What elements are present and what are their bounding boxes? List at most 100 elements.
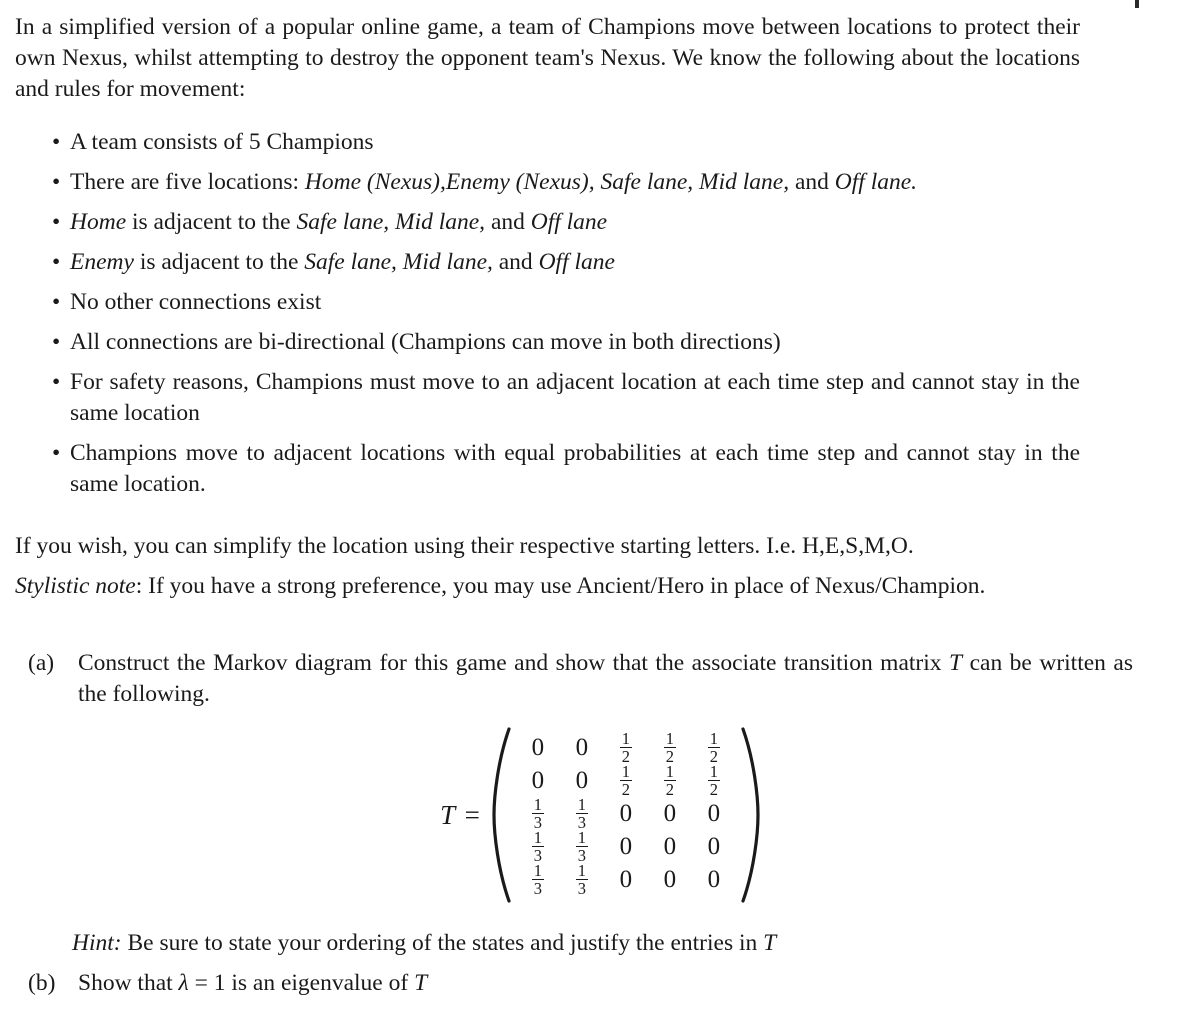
- bullet-dot-icon: •: [52, 209, 61, 235]
- part-b-seg-3: T: [414, 970, 428, 996]
- fraction: 12: [663, 762, 676, 798]
- bullet-3-seg-4: Off lane: [538, 249, 615, 275]
- bullet-dot-icon: •: [52, 129, 61, 155]
- part-b-label: (b): [28, 970, 56, 996]
- bullet-1-seg-3: Off lane.: [834, 169, 918, 195]
- part-a-seg-0: Construct the Markov diagram for this ga…: [78, 650, 950, 676]
- bullet-3-seg-2: Safe lane, Mid lane,: [304, 249, 493, 275]
- matrix-right-paren: [740, 726, 760, 904]
- matrix-cell-r4-c1: 13: [516, 828, 560, 864]
- bullet-item-equal-probabilities: • Champions move to adjacent locations wi…: [15, 438, 1080, 500]
- bullet-1-seg-2: and: [789, 169, 835, 195]
- fraction-numerator: 1: [663, 762, 676, 782]
- closing-notes: If you wish, you can simplify the locati…: [15, 531, 1135, 602]
- matrix-name: T: [440, 799, 456, 830]
- bullet-text: Enemy is adjacent to the Safe lane, Mid …: [70, 249, 615, 275]
- closing-line-simplify-letters: If you wish, you can simplify the locati…: [15, 531, 1135, 562]
- bullet-2-seg-4: Off lane: [530, 209, 608, 235]
- fraction: 12: [707, 762, 720, 800]
- bullet-item-team-size: • A team consists of 5 Champions: [15, 127, 1080, 158]
- bullet-3-seg-1: is adjacent to the: [133, 249, 305, 275]
- bullet-text: No other connections exist: [70, 289, 321, 315]
- matrix-cell-r5-c5: 0: [707, 866, 721, 893]
- matrix-cell-r4-c3: 0: [619, 833, 633, 860]
- matrix-cell-r3-c4: 0: [663, 800, 677, 827]
- matrix-cell-r3-c2: 13: [560, 795, 604, 831]
- part-b-seg-2: = 1 is an eigenvalue of: [188, 970, 415, 996]
- bullet-item-enemy-adjacency: • Enemy is adjacent to the Safe lane, Mid…: [15, 247, 1080, 278]
- fraction: 13: [575, 828, 588, 864]
- part-b-text: Show that λ = 1 is an eigenvalue of T: [78, 968, 1133, 999]
- fraction-numerator: 1: [707, 762, 720, 782]
- bullet-dot-icon: •: [52, 289, 61, 315]
- fraction: 13: [531, 861, 544, 899]
- fraction-numerator: 1: [619, 762, 632, 782]
- bullet-6-seg-0: For safety reasons, Champions must move …: [70, 369, 1080, 426]
- bullet-text: All connections are bi-directional (Cham…: [70, 329, 781, 355]
- hint-label: Hint:: [72, 930, 128, 956]
- matrix-cell-r3-c5: 0: [707, 800, 721, 827]
- bullet-dot-icon: •: [52, 329, 61, 355]
- fraction-numerator: 1: [531, 795, 544, 815]
- page-edge-mark: [1135, 0, 1139, 8]
- part-b: (b) Show that λ = 1 is an eigenvalue of …: [28, 968, 1133, 999]
- matrix-cell-r2-c1: 0: [531, 767, 545, 794]
- fraction: 12: [663, 729, 676, 765]
- matrix-cell-r5-c4: 0: [663, 866, 677, 893]
- bullet-1-seg-1: Home (Nexus),Enemy (Nexus), Safe lane, M…: [304, 169, 790, 195]
- bullet-item-bidirectional: • All connections are bi-directional (Cha…: [15, 327, 1080, 358]
- hint-seg-0: Be sure to state your ordering of the st…: [127, 930, 764, 956]
- bullet-2-seg-1: is adjacent to the: [126, 209, 297, 235]
- fraction: 13: [575, 861, 588, 899]
- bullet-dot-icon: •: [52, 249, 61, 275]
- matrix-cell-r5-c3: 0: [619, 866, 633, 893]
- matrix-cell-r4-c2: 13: [560, 828, 604, 864]
- closing-1-seg-1: : If you have a strong preference, you m…: [135, 573, 986, 599]
- hint-line: Hint: Be sure to state your ordering of …: [72, 928, 776, 959]
- bullet-7-seg-0: Champions move to adjacent locations wit…: [70, 440, 1080, 497]
- matrix-cell-r3-c1: 13: [516, 795, 560, 831]
- hint-seg-1: T: [763, 930, 777, 956]
- fraction-denominator: 3: [533, 879, 542, 899]
- fraction-numerator: 1: [663, 729, 676, 749]
- bullet-text: Champions move to adjacent locations wit…: [70, 440, 1080, 497]
- fraction: 12: [619, 762, 632, 800]
- bullet-dot-icon: •: [52, 169, 61, 195]
- matrix-cell-r2-c2: 0: [575, 767, 589, 794]
- fraction-denominator: 3: [577, 879, 586, 899]
- part-b-seg-1: λ: [178, 970, 189, 996]
- closing-1-seg-0: Stylistic note: [15, 573, 136, 599]
- fraction-numerator: 1: [575, 795, 588, 815]
- bullet-text: A team consists of 5 Champions: [70, 129, 374, 155]
- matrix-cell-r2-c4: 12: [648, 762, 692, 798]
- fraction-denominator: 2: [709, 780, 718, 800]
- matrix-body: 0012121200121212131300013130001313000: [492, 726, 760, 904]
- transition-matrix-block: T = 001212120012121213130001313000131300…: [0, 726, 1200, 904]
- bullet-4-seg-0: No other connections exist: [70, 289, 322, 315]
- fraction-numerator: 1: [575, 861, 588, 881]
- bullet-item-must-move: • For safety reasons, Champions must move…: [15, 367, 1080, 429]
- fraction: 13: [575, 795, 588, 831]
- document-page: In a simplified version of a popular onl…: [0, 0, 1200, 1014]
- fraction: 12: [707, 730, 720, 765]
- matrix-cell-r5-c1: 13: [516, 861, 560, 899]
- fraction-denominator: 2: [621, 780, 630, 800]
- part-a-text: Construct the Markov diagram for this ga…: [78, 648, 1133, 710]
- matrix-cell-r1-c4: 12: [648, 729, 692, 765]
- part-a: (a) Construct the Markov diagram for thi…: [28, 648, 1133, 710]
- part-b-seg-0: Show that: [78, 970, 179, 996]
- bullet-dot-icon: •: [52, 440, 61, 466]
- fraction-numerator: 1: [531, 828, 544, 848]
- bullet-3-seg-0: Enemy: [70, 249, 134, 275]
- fraction-numerator: 1: [575, 828, 588, 848]
- matrix-cell-r4-c4: 0: [663, 833, 677, 860]
- bullet-item-locations-list: • There are five locations: Home (Nexus),…: [15, 167, 1080, 198]
- matrix-equals-sign: =: [464, 799, 480, 830]
- matrix-cell-r1-c2: 0: [575, 734, 589, 761]
- intro-paragraph: In a simplified version of a popular onl…: [15, 14, 1080, 102]
- bullet-dot-icon: •: [52, 369, 61, 395]
- fraction-numerator: 1: [531, 861, 544, 881]
- closing-0-seg-0: If you wish, you can simplify the locati…: [15, 533, 914, 559]
- matrix-cell-r4-c5: 0: [707, 833, 721, 860]
- matrix-cells: 0012121200121212131300013130001313000: [512, 726, 740, 904]
